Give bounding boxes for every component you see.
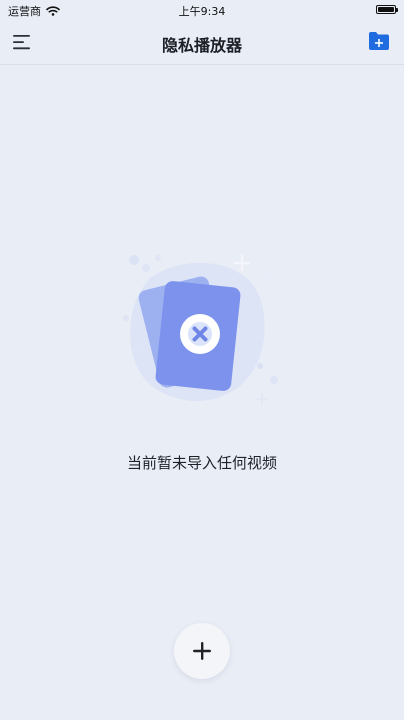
app-screen: 运营商 上午9:34 隐私播放器 当前暂未导入任何视频 xyxy=(0,0,404,720)
battery-level xyxy=(378,7,394,12)
status-bar: 运营商 上午9:34 xyxy=(0,0,404,20)
battery-icon xyxy=(376,5,398,14)
nav-bar: 隐私播放器 xyxy=(0,20,404,65)
plus-icon xyxy=(193,642,211,660)
empty-video-illustration xyxy=(123,254,278,405)
empty-state-message: 当前暂未导入任何视频 xyxy=(126,454,277,472)
add-video-button[interactable] xyxy=(174,623,230,679)
status-time: 上午9:34 xyxy=(178,5,226,18)
page-title: 隐私播放器 xyxy=(161,36,242,55)
add-folder-icon[interactable] xyxy=(368,31,390,51)
